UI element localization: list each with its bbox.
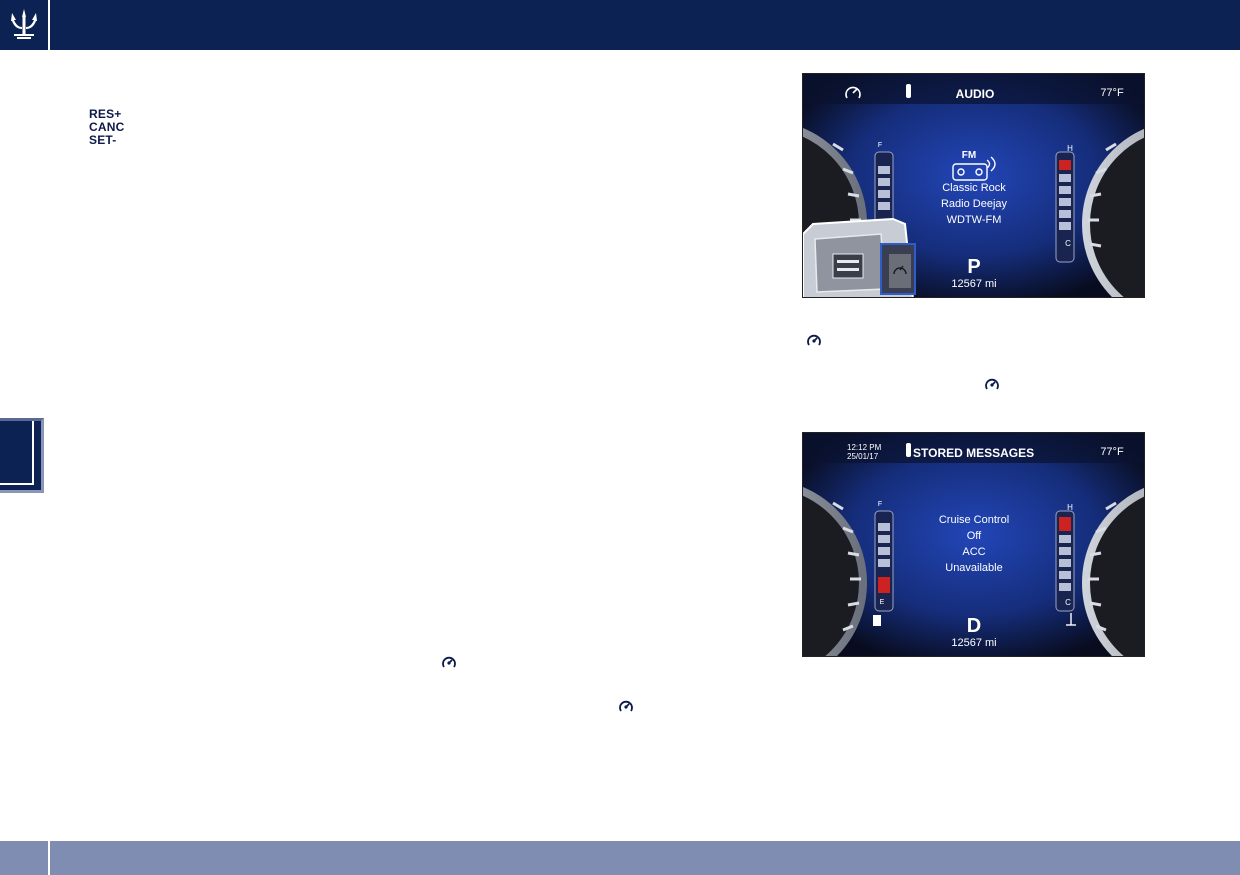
cruise-control-icon: [619, 700, 633, 712]
audio-temp-bottom: C: [1065, 239, 1071, 248]
cruise-control-icon: [807, 334, 821, 346]
audio-temperature: 77°F: [1100, 87, 1124, 99]
messages-temp-bottom: C: [1065, 598, 1071, 607]
audio-temp-top: H: [1067, 144, 1073, 153]
messages-fuel-top: F: [877, 501, 883, 508]
messages-fuel-bottom: E: [879, 599, 885, 606]
audio-title: AUDIO: [955, 87, 995, 101]
cruise-control-icon: [442, 656, 456, 668]
messages-temperature: 77°F: [1100, 446, 1124, 458]
message-line-3: ACC: [962, 546, 986, 558]
cruise-buttons-list: RES+ CANC SET-: [89, 108, 124, 147]
cluster-screen-audio: AUDIO 77°F F H C FM Classic Rock Radio D…: [802, 73, 1145, 298]
messages-gear: D: [966, 615, 982, 637]
audio-gear: P: [967, 256, 981, 278]
audio-odometer: 12567 mi: [951, 278, 997, 290]
message-line-1: Cruise Control: [938, 514, 1010, 526]
messages-temp-top: H: [1067, 503, 1073, 512]
cruise-control-icon: [985, 378, 999, 390]
message-line-2: Off: [966, 530, 982, 542]
brand-logo: [0, 0, 50, 50]
audio-band: FM: [961, 150, 977, 161]
chapter-tab: [0, 418, 44, 493]
audio-fuel-top: F: [877, 142, 883, 149]
message-line-4: Unavailable: [945, 562, 1003, 574]
messages-time: 12:12 PM: [847, 443, 882, 452]
messages-odometer: 12567 mi: [951, 637, 997, 649]
messages-title: STORED MESSAGES: [913, 446, 1035, 460]
page-number-box: [0, 841, 50, 875]
page-header: [0, 0, 1240, 50]
audio-line-3: WDTW-FM: [946, 214, 1002, 226]
trident-logo-icon: [11, 9, 37, 39]
fuel-pump-icon: [873, 615, 881, 626]
messages-date: 25/01/17: [847, 452, 879, 461]
cluster-screen-messages: 12:12 PM 25/01/17 STORED MESSAGES 77°F F…: [802, 432, 1145, 657]
audio-line-1: Classic Rock: [942, 182, 1006, 194]
audio-line-2: Radio Deejay: [940, 198, 1008, 210]
set-minus-label: SET-: [89, 133, 117, 147]
page-footer: [0, 841, 1240, 875]
